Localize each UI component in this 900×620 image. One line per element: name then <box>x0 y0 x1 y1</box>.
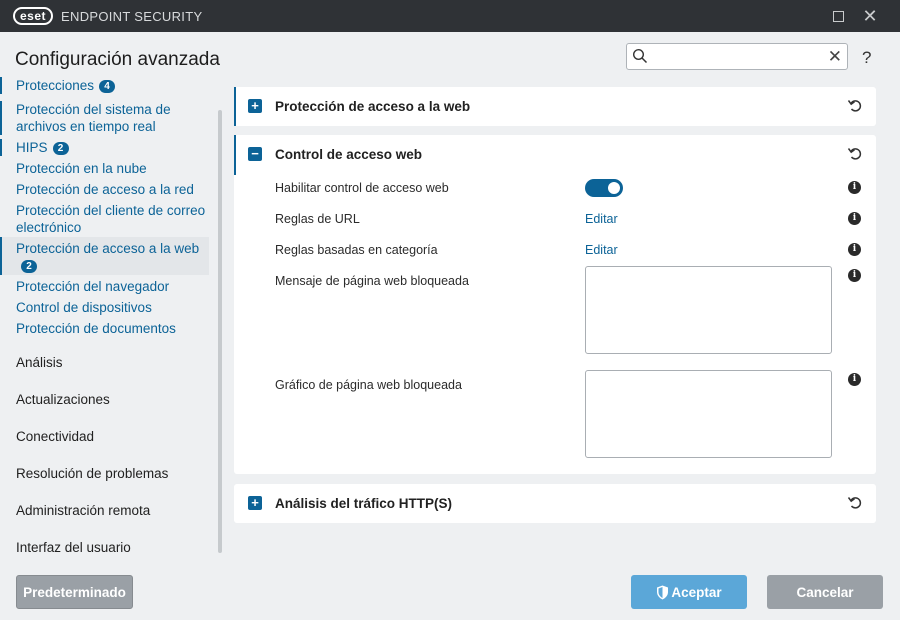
section-web-control: − Control de acceso web Habilitar contro… <box>234 135 876 474</box>
category-rules-edit-link[interactable]: Editar <box>585 243 618 257</box>
sidebar: Protecciones 4 Protección del sistema de … <box>0 76 224 561</box>
enable-web-control-label: Habilitar control de acceso web <box>275 181 449 195</box>
blocked-message-field[interactable] <box>585 266 832 354</box>
sidebar-item-realtime-fs[interactable]: Protección del sistema de archivos en ti… <box>0 101 209 135</box>
sidebar-item-hips[interactable]: HIPS 2 <box>0 139 209 156</box>
plus-icon[interactable]: + <box>248 99 262 113</box>
sidebar-item-label: Protección del sistema de archivos en ti… <box>16 102 171 134</box>
sidebar-item-documents[interactable]: Protección de documentos <box>0 320 209 337</box>
accept-label: Aceptar <box>671 584 722 600</box>
info-icon[interactable]: i <box>848 373 861 386</box>
eset-logo: eset <box>13 7 54 25</box>
sidebar-item-connectivity[interactable]: Conectividad <box>16 429 94 444</box>
count-badge: 2 <box>21 260 37 273</box>
sidebar-item-remote-admin[interactable]: Administración remota <box>16 503 150 518</box>
info-icon[interactable]: i <box>848 269 861 282</box>
sidebar-item-browser[interactable]: Protección del navegador <box>0 278 209 295</box>
sidebar-item-cloud[interactable]: Protección en la nube <box>0 160 209 177</box>
minus-icon[interactable]: − <box>248 147 262 161</box>
enable-web-control-toggle[interactable] <box>585 179 623 197</box>
count-badge: 2 <box>52 142 69 155</box>
section-header[interactable]: − Control de acceso web <box>234 135 876 175</box>
section-header[interactable]: + Protección de acceso a la web <box>234 87 876 127</box>
close-window-button[interactable]: ✕ <box>860 6 880 26</box>
section-title: Control de acceso web <box>275 147 423 162</box>
sidebar-item-updates[interactable]: Actualizaciones <box>16 392 110 407</box>
sidebar-item-label: Protección del navegador <box>16 279 170 294</box>
sidebar-item-network-access[interactable]: Protección de acceso a la red <box>0 181 209 198</box>
url-rules-label: Reglas de URL <box>275 212 360 226</box>
toggle-knob <box>608 182 620 194</box>
reset-icon[interactable] <box>847 494 863 510</box>
sidebar-item-analisis[interactable]: Análisis <box>16 355 63 370</box>
category-rules-label: Reglas basadas en categoría <box>275 243 438 257</box>
default-button[interactable]: Predeterminado <box>16 575 133 609</box>
blocked-graphic-field[interactable] <box>585 370 832 458</box>
search-input[interactable] <box>653 47 823 66</box>
sidebar-item-troubleshooting[interactable]: Resolución de problemas <box>16 466 168 481</box>
maximize-button[interactable] <box>828 6 848 26</box>
sidebar-item-label: HIPS <box>16 140 48 155</box>
section-http-scan: + Análisis del tráfico HTTP(S) <box>234 484 876 523</box>
sidebar-item-device-control[interactable]: Control de dispositivos <box>0 299 209 316</box>
help-icon[interactable]: ? <box>862 48 871 68</box>
count-badge: 4 <box>99 80 116 93</box>
search-box[interactable]: ✕ <box>626 43 848 70</box>
sidebar-scrollbar[interactable] <box>218 110 222 553</box>
section-title: Análisis del tráfico HTTP(S) <box>275 496 453 511</box>
plus-icon[interactable]: + <box>248 496 262 510</box>
sidebar-item-label: Protección en la nube <box>16 161 147 176</box>
sidebar-item-label: Protección de acceso a la web <box>16 241 200 256</box>
maximize-icon <box>832 10 844 22</box>
sidebar-item-label: Protección de documentos <box>16 321 176 336</box>
sidebar-item-label: Protección de acceso a la red <box>16 182 194 197</box>
info-icon[interactable]: i <box>848 212 861 225</box>
title-bar: eset ENDPOINT SECURITY ✕ <box>0 0 900 32</box>
cancel-button[interactable]: Cancelar <box>767 575 883 609</box>
section-web-access: + Protección de acceso a la web <box>234 87 876 126</box>
sidebar-item-label: Protecciones <box>16 78 95 93</box>
url-rules-edit-link[interactable]: Editar <box>585 212 618 226</box>
sidebar-item-protecciones[interactable]: Protecciones 4 <box>0 77 209 94</box>
product-name: ENDPOINT SECURITY <box>61 8 203 24</box>
section-title: Protección de acceso a la web <box>275 99 471 114</box>
sidebar-item-web-access[interactable]: Protección de acceso a la web 2 <box>0 237 209 275</box>
search-icon <box>632 48 648 64</box>
accept-button[interactable]: Aceptar <box>631 575 747 609</box>
reset-icon[interactable] <box>847 145 863 161</box>
info-icon[interactable]: i <box>848 181 861 194</box>
sidebar-item-user-interface[interactable]: Interfaz del usuario <box>16 540 131 555</box>
blocked-message-label: Mensaje de página web bloqueada <box>275 274 469 288</box>
shield-icon <box>657 585 669 599</box>
section-header[interactable]: + Análisis del tráfico HTTP(S) <box>234 484 876 524</box>
page-title: Configuración avanzada <box>15 49 220 70</box>
sidebar-item-email-client[interactable]: Protección del cliente de correo electró… <box>0 202 209 236</box>
clear-search-icon[interactable]: ✕ <box>828 47 842 66</box>
sidebar-item-label: Control de dispositivos <box>16 300 152 315</box>
sidebar-item-label: Protección del cliente de correo electró… <box>16 203 206 235</box>
blocked-graphic-label: Gráfico de página web bloqueada <box>275 378 462 392</box>
reset-icon[interactable] <box>847 97 863 113</box>
info-icon[interactable]: i <box>848 243 861 256</box>
